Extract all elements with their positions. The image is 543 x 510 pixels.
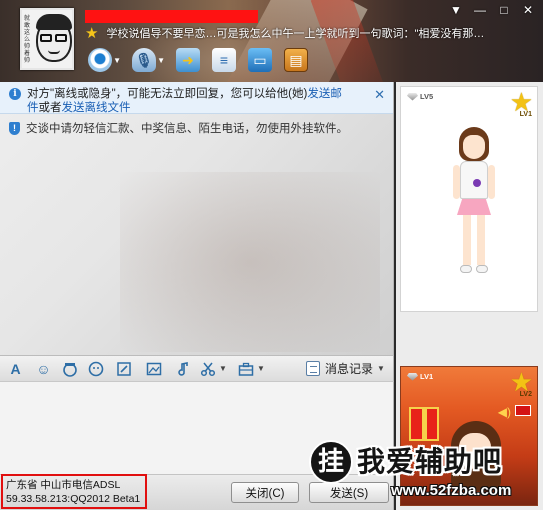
apps-icon: ▤ xyxy=(284,48,308,72)
maximize-button[interactable]: □ xyxy=(495,3,513,17)
contact-signature: 学校说倡导不要早恋…可是我怎么中午一上学就听到一句歌词："相爱没有那… xyxy=(106,28,485,40)
webcam-icon: ● xyxy=(88,48,112,72)
chevron-down-icon[interactable]: ▼ xyxy=(113,56,121,65)
ip-version-text: 59.33.58.213:QQ2012 Beta1 xyxy=(6,493,141,505)
contact-avatar[interactable]: 就敢这么帅着帅 xyxy=(20,8,74,70)
send-offline-file-link[interactable]: 发送离线文件 xyxy=(62,102,131,114)
diamond-icon xyxy=(407,92,418,101)
remote-assist-button[interactable]: ▭ xyxy=(245,46,275,74)
close-notice-button[interactable]: ✕ xyxy=(374,87,385,103)
send-email-link[interactable]: 件 xyxy=(27,102,39,114)
gift-icon xyxy=(409,407,439,441)
chevron-down-icon[interactable]: ▼ xyxy=(447,3,465,17)
diamond-icon xyxy=(407,372,418,381)
monitor-icon: ▭ xyxy=(248,48,272,72)
message-history-label: 消息记录 xyxy=(325,362,374,376)
level-label: LV1 xyxy=(420,372,434,381)
notice-text: 或者 xyxy=(38,102,62,114)
notes-icon: ≡ xyxy=(212,48,236,72)
star-icon[interactable]: ★ xyxy=(85,24,98,42)
window-controls: ▼ — □ ✕ xyxy=(447,3,537,17)
speaker-icon[interactable]: ◀) xyxy=(498,405,511,419)
magic-emoji-icon[interactable] xyxy=(60,360,79,378)
toolbox-icon[interactable] xyxy=(236,360,255,378)
message-history-button[interactable]: 消息记录 ▼ xyxy=(306,360,385,377)
apps-button[interactable]: ▤ xyxy=(281,46,311,74)
message-area-background xyxy=(120,172,380,352)
close-button[interactable]: 关闭(C) xyxy=(231,482,299,503)
contact-name-redacted xyxy=(85,10,258,23)
send-file-icon: ➜ xyxy=(176,48,200,72)
level-badge: LV1 xyxy=(407,372,433,381)
level-badge: LV5 xyxy=(407,92,433,101)
notes-button[interactable]: ≡ xyxy=(209,46,239,74)
music-icon[interactable] xyxy=(172,360,191,378)
image-icon[interactable] xyxy=(144,360,163,378)
chat-toolbar: ● ▼ 🎙 ▼ ➜ ≡ ▭ ▤ xyxy=(85,44,311,76)
send-file-button[interactable]: ➜ xyxy=(173,46,203,74)
minimize-button[interactable]: — xyxy=(471,3,489,17)
close-window-button[interactable]: ✕ xyxy=(519,3,537,17)
font-icon[interactable]: A xyxy=(6,360,25,378)
chevron-down-icon[interactable]: ▼ xyxy=(257,364,265,373)
microphone-icon: 🎙 xyxy=(132,48,156,72)
video-call-button[interactable]: ● ▼ xyxy=(85,46,121,74)
format-toolbar: A ☺ ▼ ▼ 消息记录 ▼ xyxy=(0,355,394,382)
send-email-link[interactable]: 发送邮 xyxy=(307,88,342,100)
safety-text: 交谈中请勿轻信汇款、中奖信息、陌生电话，勿使用外挂软件。 xyxy=(26,123,348,135)
watermark-title: 我爱辅助吧 xyxy=(357,446,503,477)
location-text: 广东省 中山市电信ADSL xyxy=(6,479,121,491)
contact-qq-show[interactable]: LV5 ★ LV1 xyxy=(400,86,538,312)
message-area[interactable]: i 对方"离线或隐身"，可能无法立即回复，您可以给他(她)发送邮 件或者发送离线… xyxy=(0,82,394,355)
star-level-label: LV2 xyxy=(519,391,532,398)
chevron-down-icon[interactable]: ▼ xyxy=(157,56,165,65)
voice-call-button[interactable]: 🎙 ▼ xyxy=(129,46,165,74)
history-icon xyxy=(306,361,320,376)
chevron-down-icon[interactable]: ▼ xyxy=(377,364,385,373)
music-badge-icon[interactable] xyxy=(515,405,531,416)
chevron-down-icon[interactable]: ▼ xyxy=(219,364,227,373)
signature-row: ★ 学校说倡导不要早恋…可是我怎么中午一上学就听到一句歌词："相爱没有那… xyxy=(85,24,543,42)
level-label: LV5 xyxy=(420,92,434,101)
avatar-caption: 就敢这么帅着帅 xyxy=(24,16,31,64)
edit-icon[interactable] xyxy=(114,360,133,378)
shield-icon: ! xyxy=(9,121,20,135)
sticker-icon[interactable] xyxy=(86,360,105,378)
contact-location-info: 广东省 中山市电信ADSL 59.33.58.213:QQ2012 Beta1 xyxy=(1,474,147,509)
chat-header: 就敢这么帅着帅 ★ 学校说倡导不要早恋…可是我怎么中午一上学就听到一句歌词："相… xyxy=(0,0,543,82)
watermark-badge: 挂 xyxy=(309,440,353,484)
offline-notice: i 对方"离线或隐身"，可能无法立即回复，您可以给他(她)发送邮 件或者发送离线… xyxy=(0,82,393,114)
watermark-url: www.52fzba.com xyxy=(391,482,512,499)
star-level-label: LV1 xyxy=(519,111,532,118)
site-watermark: 挂 我爱辅助吧 www.52fzba.com xyxy=(309,438,543,506)
avatar-doll xyxy=(447,127,507,307)
emoji-icon[interactable]: ☺ xyxy=(34,360,53,378)
safety-warning: ! 交谈中请勿轻信汇款、中奖信息、陌生电话，勿使用外挂软件。 xyxy=(9,120,348,136)
screenshot-scissors-icon[interactable] xyxy=(198,360,217,378)
info-icon: i xyxy=(9,88,21,100)
